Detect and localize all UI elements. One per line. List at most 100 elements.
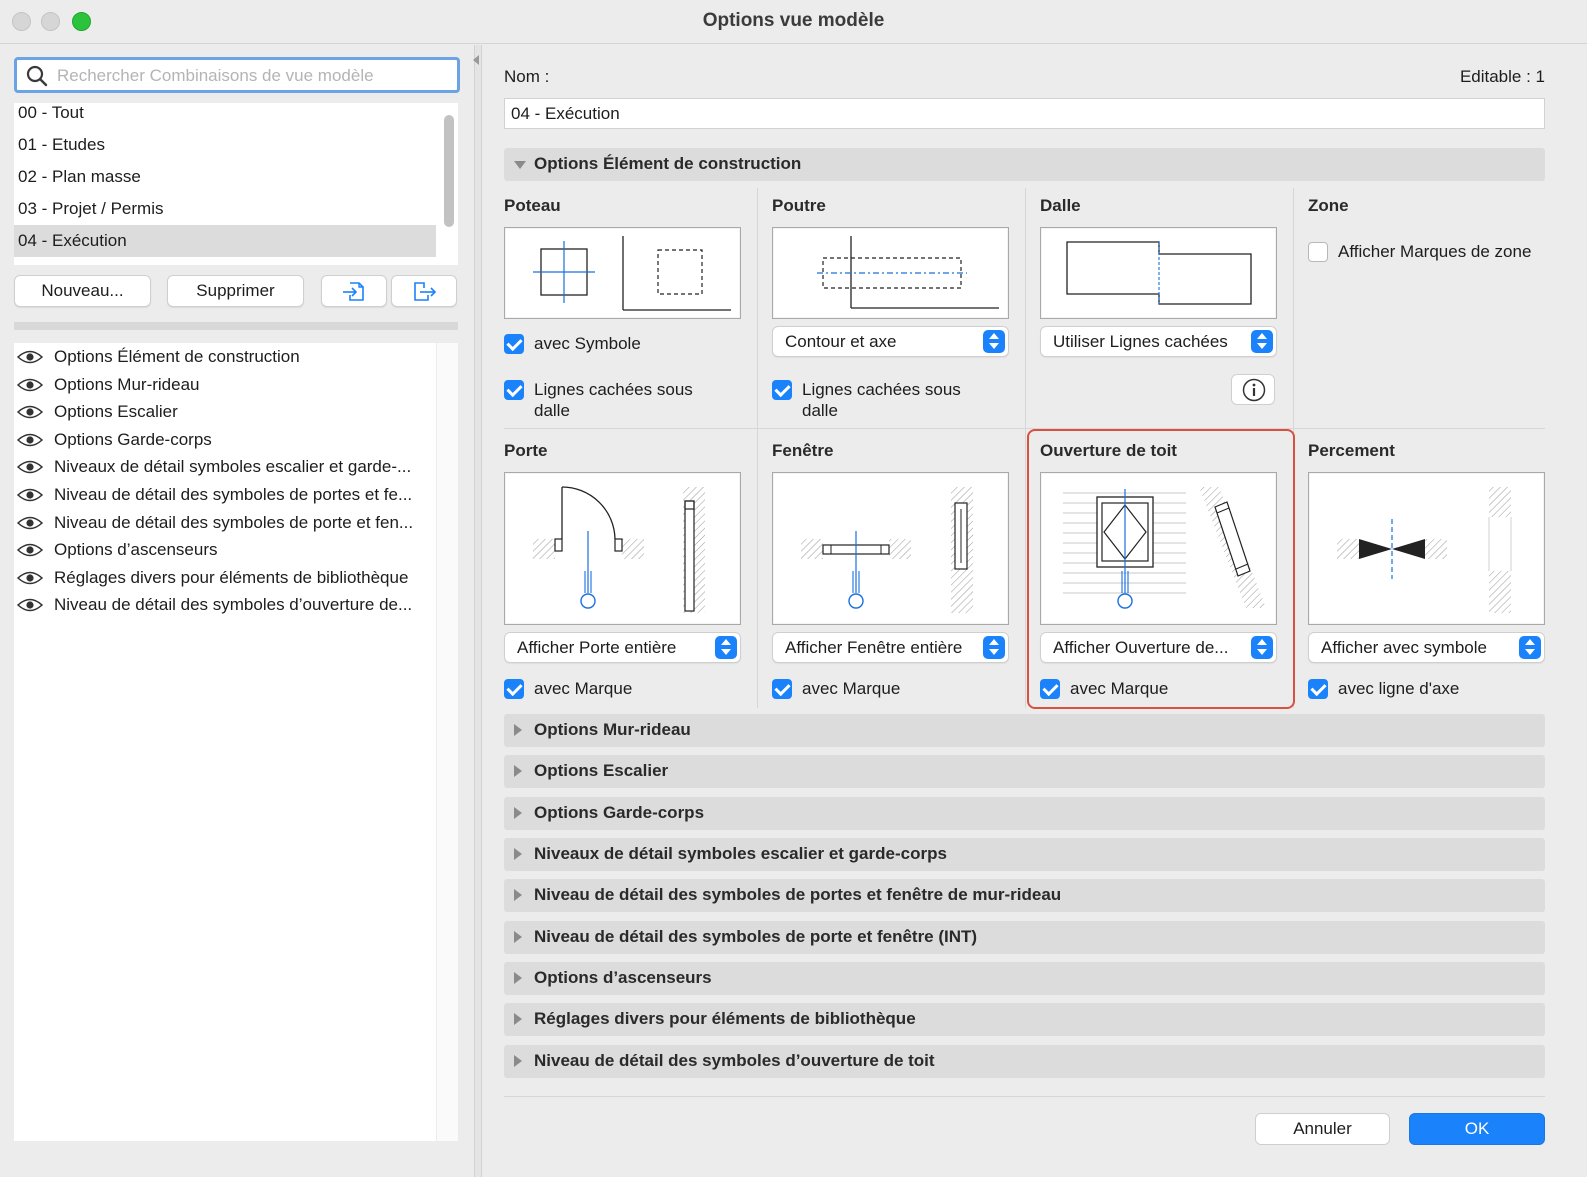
fenetre-display-popup[interactable]: Afficher Fenêtre entière [772,632,1009,663]
poutre-hidden-lines-checkbox[interactable] [772,380,792,400]
dalle-display-popup[interactable]: Utiliser Lignes cachées [1040,326,1277,357]
popup-stepper-icon [1519,636,1541,659]
eye-icon[interactable] [17,378,43,392]
section-title: Options d’ascenseurs [534,968,712,987]
visibility-item[interactable]: Options Mur-rideau [14,371,434,399]
window-symbol-icon [801,487,973,613]
zone-title: Zone [1308,196,1349,215]
visibility-item[interactable]: Options Escalier [14,398,434,426]
disclosure-right-icon [514,1013,522,1025]
eye-icon[interactable] [17,598,43,612]
section-header-collapsed[interactable]: Niveau de détail des symboles de porte e… [504,921,1545,954]
column-separator [757,188,758,708]
visibility-item[interactable]: Options Garde-corps [14,426,434,454]
porte-mark-checkbox[interactable] [504,679,524,699]
zone-marks-checkbox[interactable] [1308,242,1328,262]
visibility-item[interactable]: Niveau de détail des symboles de portes … [14,481,434,509]
visibility-item-label: Niveau de détail des symboles de portes … [54,485,413,504]
poutre-display-value: Contour et axe [785,332,897,351]
search-box[interactable] [14,57,460,93]
eye-icon[interactable] [17,516,43,530]
combination-item[interactable]: 03 - Projet / Permis [14,193,436,225]
poutre-hidden-lines-label: Lignes cachées sous dalle [802,379,961,421]
section-title: Options Garde-corps [534,803,705,822]
visibility-list[interactable]: Options Élément de construction Options … [14,343,458,1141]
section-header-collapsed[interactable]: Options d’ascenseurs [504,962,1545,995]
eye-icon[interactable] [17,460,43,474]
disclosure-right-icon [514,724,522,736]
visibility-item-label: Options d’ascenseurs [54,540,218,559]
section-header-collapsed[interactable]: Réglages divers pour éléments de bibliot… [504,1003,1545,1036]
visibility-item[interactable]: Réglages divers pour éléments de bibliot… [14,564,434,592]
options-dialog: Options vue modèle 00 - Tout 01 - Etudes… [0,0,1587,1177]
fenetre-mark-label: avec Marque [802,679,901,698]
section-header-expanded[interactable]: Options Élément de construction [504,148,1545,181]
panel-splitter[interactable] [474,45,482,1177]
combination-item[interactable]: 01 - Etudes [14,129,436,161]
eye-icon[interactable] [17,488,43,502]
poutre-preview [772,227,1009,319]
porte-title: Porte [504,441,548,460]
visibility-list-scrollbar[interactable] [436,343,458,1141]
delete-button[interactable]: Supprimer [167,275,304,307]
title-bar: Options vue modèle [0,0,1587,44]
porte-display-popup[interactable]: Afficher Porte entière [504,632,741,663]
visibility-item[interactable]: Niveau de détail des symboles de porte e… [14,509,434,537]
combination-list-scrollbar[interactable] [444,115,454,227]
dalle-title: Dalle [1040,196,1081,215]
column-separator [1025,188,1026,708]
section-title: Niveau de détail des symboles de porte e… [534,927,978,946]
visibility-item[interactable]: Niveau de détail des symboles d’ouvertur… [14,591,434,619]
percement-axis-label: avec ligne d'axe [1338,679,1460,698]
ok-button[interactable]: OK [1409,1113,1545,1145]
fenetre-display-value: Afficher Fenêtre entière [785,638,963,657]
poutre-display-popup[interactable]: Contour et axe [772,326,1009,357]
name-field[interactable]: 04 - Exécution [504,98,1545,129]
section-header-collapsed[interactable]: Niveaux de détail symboles escalier et g… [504,838,1545,871]
column-symbol-icon [533,236,731,311]
visibility-item[interactable]: Niveaux de détail symboles escalier et g… [14,453,434,481]
section-header-collapsed[interactable]: Niveau de détail des symboles d’ouvertur… [504,1045,1545,1078]
percement-title: Percement [1308,441,1395,460]
disclosure-down-icon [514,161,526,169]
eye-icon[interactable] [17,405,43,419]
poteau-title: Poteau [504,196,561,215]
eye-icon[interactable] [17,433,43,447]
cancel-button[interactable]: Annuler [1255,1113,1390,1145]
section-title: Niveau de détail des symboles d’ouvertur… [534,1051,935,1070]
combination-item-selected[interactable]: 04 - Exécution [14,225,436,257]
popup-stepper-icon [983,330,1005,353]
beam-symbol-icon [817,236,999,309]
combination-list[interactable]: 00 - Tout 01 - Etudes 02 - Plan masse 03… [14,103,458,265]
row-separator [504,428,1545,429]
collapse-arrow-icon[interactable] [473,55,479,65]
percement-display-popup[interactable]: Afficher avec symbole [1308,632,1545,663]
section-header-collapsed[interactable]: Options Mur-rideau [504,714,1545,747]
visibility-item[interactable]: Options Élément de construction [14,343,434,371]
eye-icon[interactable] [17,543,43,557]
combination-item[interactable]: 02 - Plan masse [14,161,436,193]
disclosure-right-icon [514,848,522,860]
search-input[interactable] [57,64,447,88]
fenetre-mark-checkbox[interactable] [772,679,792,699]
import-button[interactable] [321,275,387,307]
section-header-collapsed[interactable]: Options Escalier [504,755,1545,788]
dalle-info-button[interactable] [1231,374,1275,405]
eye-icon[interactable] [17,350,43,364]
porte-mark-label: avec Marque [534,679,633,698]
section-header-collapsed[interactable]: Niveau de détail des symboles de portes … [504,879,1545,912]
editable-label: Editable : 1 [1459,67,1545,86]
fenetre-preview [772,472,1009,625]
label-line: Lignes cachées sous [802,380,961,399]
visibility-item[interactable]: Options d’ascenseurs [14,536,434,564]
combination-item[interactable]: 00 - Tout [14,97,436,129]
new-button[interactable]: Nouveau... [14,275,151,307]
section-header-collapsed[interactable]: Options Garde-corps [504,797,1545,830]
poteau-symbol-checkbox[interactable] [504,334,524,354]
poteau-hidden-lines-checkbox[interactable] [504,380,524,400]
eye-icon[interactable] [17,571,43,585]
label-line: dalle [802,401,838,420]
disclosure-right-icon [514,972,522,984]
percement-axis-checkbox[interactable] [1308,679,1328,699]
export-button[interactable] [391,275,457,307]
